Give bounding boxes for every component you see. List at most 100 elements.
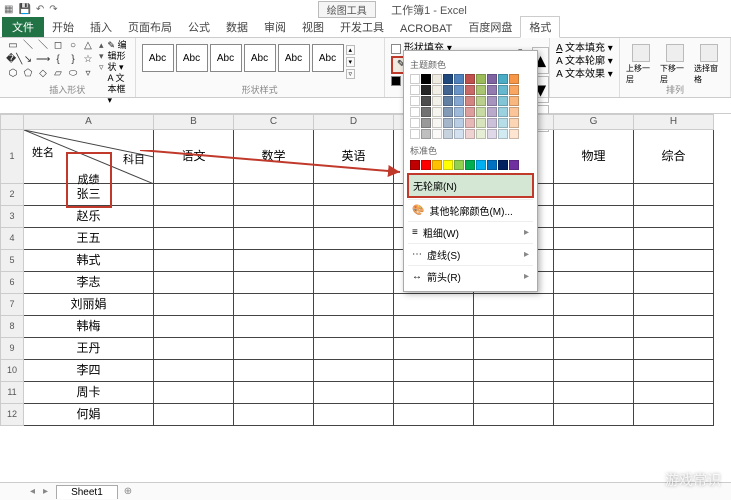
color-swatch[interactable]: [454, 160, 464, 170]
color-swatch[interactable]: [432, 107, 442, 117]
cell[interactable]: 李志: [24, 272, 154, 294]
color-swatch[interactable]: [498, 118, 508, 128]
cell[interactable]: [314, 228, 394, 250]
cell[interactable]: [554, 250, 634, 272]
cell[interactable]: [554, 382, 634, 404]
color-swatch[interactable]: [498, 85, 508, 95]
color-swatch[interactable]: [465, 160, 475, 170]
edit-shape-btn[interactable]: ✎ 编辑形状 ▾: [108, 40, 129, 73]
color-swatch[interactable]: [465, 129, 475, 139]
color-swatch[interactable]: [410, 129, 420, 139]
save-icon[interactable]: 💾: [18, 4, 30, 15]
cell[interactable]: [154, 184, 234, 206]
color-swatch[interactable]: [498, 74, 508, 84]
nav-next-icon[interactable]: ▸: [43, 486, 48, 497]
cell[interactable]: [314, 382, 394, 404]
send-back-btn[interactable]: 下移一层: [660, 44, 690, 85]
cell[interactable]: [234, 228, 314, 250]
cell[interactable]: [234, 360, 314, 382]
style-gallery[interactable]: Abc Abc Abc Abc Abc Abc ▴▾▿: [142, 40, 356, 80]
color-swatch[interactable]: [454, 74, 464, 84]
color-swatch[interactable]: [476, 85, 486, 95]
cell[interactable]: [154, 206, 234, 228]
tab-layout[interactable]: 页面布局: [120, 17, 180, 37]
cell[interactable]: [314, 360, 394, 382]
cell[interactable]: [394, 338, 474, 360]
text-fill-btn[interactable]: A 文本填充 ▾: [556, 42, 613, 55]
cell[interactable]: [634, 294, 714, 316]
color-swatch[interactable]: [465, 118, 475, 128]
sheet-tab[interactable]: Sheet1: [56, 485, 118, 499]
cell[interactable]: [314, 250, 394, 272]
tab-home[interactable]: 开始: [44, 17, 82, 37]
color-swatch[interactable]: [465, 96, 475, 106]
cell[interactable]: [554, 338, 634, 360]
cell[interactable]: [554, 404, 634, 426]
cell[interactable]: [634, 206, 714, 228]
color-swatch[interactable]: [410, 107, 420, 117]
cell[interactable]: 刘丽娟: [24, 294, 154, 316]
color-swatch[interactable]: [476, 107, 486, 117]
cell[interactable]: [634, 272, 714, 294]
color-swatch[interactable]: [432, 85, 442, 95]
cell[interactable]: [234, 294, 314, 316]
cell[interactable]: [554, 206, 634, 228]
cell[interactable]: [154, 294, 234, 316]
color-swatch[interactable]: [465, 74, 475, 84]
cell[interactable]: 综合: [634, 130, 714, 184]
cell[interactable]: [474, 316, 554, 338]
tab-formula[interactable]: 公式: [180, 17, 218, 37]
cell[interactable]: [394, 294, 474, 316]
cell[interactable]: [154, 338, 234, 360]
cell[interactable]: [474, 360, 554, 382]
cell[interactable]: [314, 316, 394, 338]
color-swatch[interactable]: [421, 118, 431, 128]
color-swatch[interactable]: [454, 96, 464, 106]
cell[interactable]: 王丹: [24, 338, 154, 360]
row-header[interactable]: 5: [0, 250, 24, 272]
cell[interactable]: [634, 338, 714, 360]
cell[interactable]: [234, 316, 314, 338]
cell[interactable]: 周卡: [24, 382, 154, 404]
color-swatch[interactable]: [476, 118, 486, 128]
cell[interactable]: [394, 382, 474, 404]
more-colors-item[interactable]: 🎨其他轮廓颜色(M)...: [408, 199, 533, 221]
cell[interactable]: [474, 404, 554, 426]
color-swatch[interactable]: [421, 129, 431, 139]
tab-file[interactable]: 文件: [2, 17, 44, 37]
cell[interactable]: [554, 294, 634, 316]
color-swatch[interactable]: [443, 160, 453, 170]
undo-icon[interactable]: ↶: [36, 4, 44, 15]
color-swatch[interactable]: [476, 160, 486, 170]
cell[interactable]: [314, 338, 394, 360]
cell[interactable]: [474, 382, 554, 404]
cell[interactable]: [234, 272, 314, 294]
row-header[interactable]: 6: [0, 272, 24, 294]
color-swatch[interactable]: [432, 160, 442, 170]
cell[interactable]: [554, 316, 634, 338]
cell[interactable]: 韩梅: [24, 316, 154, 338]
cell[interactable]: [394, 404, 474, 426]
worksheet-grid[interactable]: A B C D E F G H 1 科目 成绩 姓名 语文 数学 英语 物 物理…: [0, 114, 731, 426]
color-swatch[interactable]: [410, 96, 420, 106]
color-swatch[interactable]: [509, 118, 519, 128]
cell[interactable]: [634, 316, 714, 338]
tab-acrobat[interactable]: ACROBAT: [392, 21, 460, 37]
cell[interactable]: [314, 404, 394, 426]
select-all-corner[interactable]: [0, 114, 24, 130]
col-header[interactable]: B: [154, 114, 234, 130]
color-swatch[interactable]: [487, 107, 497, 117]
color-swatch[interactable]: [476, 96, 486, 106]
cell[interactable]: [234, 184, 314, 206]
cell[interactable]: [634, 360, 714, 382]
color-swatch[interactable]: [443, 129, 453, 139]
cell[interactable]: [234, 382, 314, 404]
color-swatch[interactable]: [509, 129, 519, 139]
cell[interactable]: 韩式: [24, 250, 154, 272]
tab-format[interactable]: 格式: [520, 16, 560, 38]
color-swatch[interactable]: [509, 96, 519, 106]
cell[interactable]: 英语: [314, 130, 394, 184]
color-swatch[interactable]: [410, 74, 420, 84]
cell[interactable]: [154, 404, 234, 426]
cell[interactable]: [314, 184, 394, 206]
